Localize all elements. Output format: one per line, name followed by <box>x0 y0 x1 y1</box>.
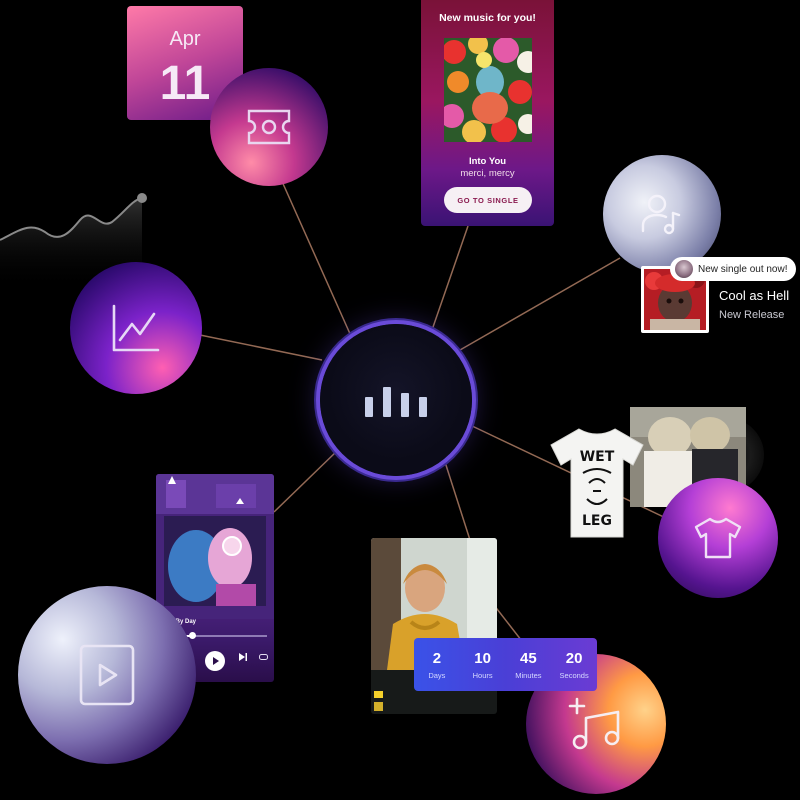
new-music-card: New music for you! Into You merci, mercy… <box>421 0 554 226</box>
release-title: Cool as Hell <box>719 288 790 303</box>
countdown-value: 20 <box>565 649 583 667</box>
connector-player <box>273 449 339 513</box>
countdown-cell-hours: 10 Hours <box>461 650 505 680</box>
tshirt-print-bottom: LEG <box>582 513 612 529</box>
connector-chart <box>199 334 323 361</box>
avatar <box>675 260 693 278</box>
video-node[interactable] <box>18 586 196 764</box>
analytics-node[interactable] <box>70 262 202 394</box>
countdown-label: Seconds <box>559 670 589 680</box>
countdown-cell-days: 2 Days <box>415 650 459 680</box>
line-chart-icon <box>112 304 160 352</box>
song-artist: merci, mercy <box>460 168 515 179</box>
countdown-timer: 2 Days 10 Hours 45 Minutes 20 Seconds <box>414 638 597 691</box>
ticket-icon <box>247 109 291 145</box>
channel-avatar <box>374 691 383 698</box>
artist-note-icon <box>641 194 681 235</box>
play-icon <box>213 657 219 665</box>
tshirt-print-top: WET <box>580 449 615 465</box>
song-title: Into You <box>468 156 507 167</box>
player-progress-knob[interactable] <box>188 632 196 639</box>
countdown-cell-seconds: 20 Seconds <box>552 650 596 680</box>
player-artwork <box>156 474 274 619</box>
tshirt-merch[interactable]: WET LEG <box>549 425 645 539</box>
notification-text: New single out now! <box>698 263 788 275</box>
uploader-avatar <box>374 702 383 711</box>
countdown-value: 2 <box>432 649 442 667</box>
countdown-cell-minutes: 45 Minutes <box>506 650 550 680</box>
connector-artist <box>459 257 621 351</box>
date-month: Apr <box>169 28 201 50</box>
countdown-value: 10 <box>474 649 491 667</box>
tshirt-icon <box>694 517 742 559</box>
next-icon[interactable] <box>236 650 250 664</box>
album-art <box>444 38 532 142</box>
go-to-single-button[interactable]: GO TO SINGLE <box>444 187 532 213</box>
merch-node[interactable] <box>658 478 778 598</box>
ticket-node[interactable] <box>210 68 328 186</box>
add-music-icon <box>568 697 620 750</box>
new-music-header: New music for you! <box>439 12 536 24</box>
countdown-label: Days <box>428 670 446 680</box>
release-subtitle: New Release <box>719 309 785 321</box>
bars-icon <box>365 387 427 417</box>
countdown-label: Hours <box>472 670 493 680</box>
countdown-label: Minutes <box>515 670 542 680</box>
sparkline-dot <box>137 193 147 203</box>
connector-video <box>444 461 471 541</box>
countdown-value: 45 <box>520 649 537 667</box>
connector-music-card <box>431 225 469 331</box>
play-video-icon <box>79 644 135 706</box>
play-button[interactable] <box>205 651 225 671</box>
hub-node[interactable] <box>316 320 476 480</box>
new-single-notification[interactable]: New single out now! <box>670 257 796 281</box>
repeat-icon[interactable] <box>256 650 270 664</box>
artist-node[interactable] <box>603 155 721 273</box>
